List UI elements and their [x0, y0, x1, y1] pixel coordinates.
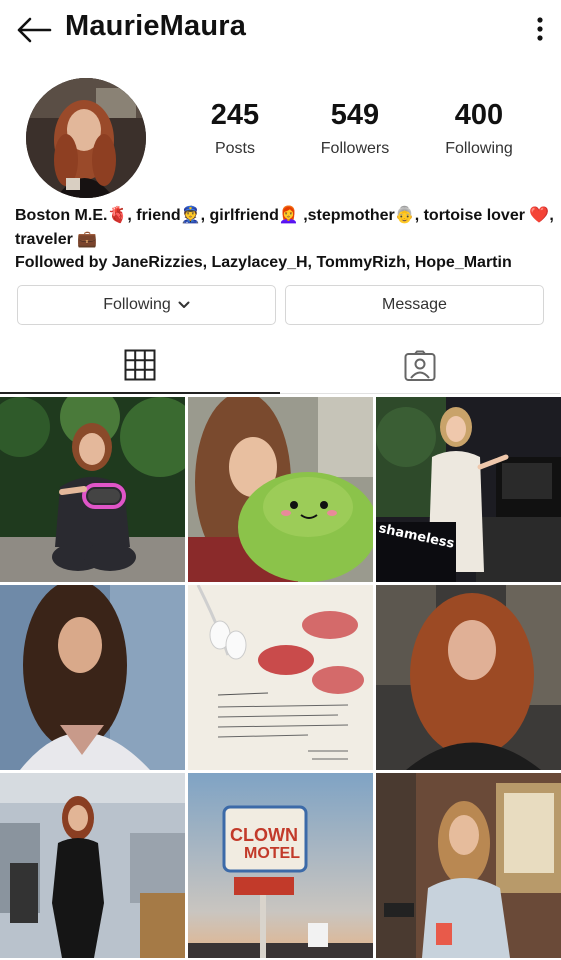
- post-image: [0, 397, 185, 582]
- posts-count-value: 245: [210, 99, 260, 131]
- message-button[interactable]: Message: [285, 285, 544, 325]
- posts-count-label: Posts: [214, 140, 255, 157]
- post-image: [188, 773, 373, 958]
- post-image: [188, 585, 373, 770]
- post-image: [376, 585, 561, 770]
- profile-tabs: [0, 338, 561, 394]
- post-image: [188, 397, 373, 582]
- profile-avatar[interactable]: [26, 78, 146, 198]
- chevron-down-icon: [178, 301, 190, 308]
- following-count[interactable]: 400 Following: [424, 96, 534, 158]
- post-thumbnail[interactable]: CLOWN MOTEL: [188, 773, 373, 958]
- following-button[interactable]: Following: [17, 285, 276, 325]
- top-bar: MaurieMaura: [0, 0, 561, 58]
- tab-tagged[interactable]: [280, 338, 560, 394]
- posts-count[interactable]: 245 Posts: [180, 96, 290, 158]
- post-thumbnail[interactable]: [0, 773, 185, 958]
- tab-posts-grid[interactable]: [0, 338, 280, 394]
- profile-bio: Boston M.E.🫀, friend👮, girlfriend👩‍🦰 ,st…: [15, 207, 554, 248]
- arrow-left-icon: [17, 17, 52, 43]
- post-thumbnail[interactable]: [0, 585, 185, 770]
- followers-count-label: Followers: [320, 140, 390, 157]
- profile-username: MaurieMaura: [65, 10, 247, 42]
- followers-count-value: 549: [330, 99, 380, 131]
- back-button[interactable]: [14, 12, 54, 48]
- post-thumbnail[interactable]: [188, 397, 373, 582]
- more-options-button[interactable]: [533, 14, 547, 44]
- followers-count[interactable]: 549 Followers: [300, 96, 410, 158]
- post-thumbnail[interactable]: [188, 585, 373, 770]
- post-thumbnail[interactable]: shameless: [376, 397, 561, 582]
- motel-sign-bottom: MOTEL: [244, 845, 300, 862]
- post-image: [0, 773, 185, 958]
- more-vertical-icon: [537, 17, 543, 41]
- following-count-label: Following: [445, 140, 513, 157]
- following-button-label: Following: [103, 296, 171, 313]
- message-button-label: Message: [382, 296, 447, 313]
- following-count-value: 400: [454, 99, 504, 131]
- post-thumbnail[interactable]: [0, 397, 185, 582]
- post-image: [376, 773, 561, 958]
- post-image: [376, 397, 561, 582]
- posts-grid: shameless CLOWN MOTEL: [0, 397, 561, 960]
- tagged-person-icon: [404, 350, 436, 381]
- avatar-photo: [26, 78, 146, 198]
- motel-sign-top: CLOWN: [230, 825, 298, 845]
- post-image: [0, 585, 185, 770]
- grid-icon: [124, 349, 156, 381]
- followed-by-text[interactable]: Followed by JaneRizzies, Lazylacey_H, To…: [15, 252, 555, 274]
- post-thumbnail[interactable]: [376, 585, 561, 770]
- post-thumbnail[interactable]: [376, 773, 561, 958]
